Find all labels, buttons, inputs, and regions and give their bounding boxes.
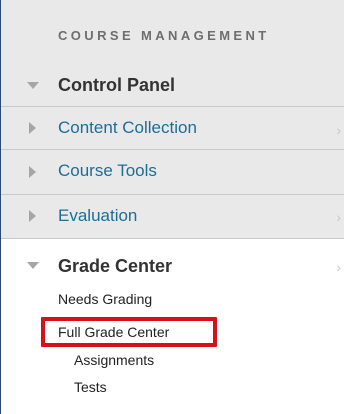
sidebar-item-content-collection[interactable]: Content Collection › <box>1 106 344 150</box>
grade-center-label[interactable]: Grade Center <box>58 256 172 277</box>
control-panel-row[interactable]: Control Panel <box>1 64 344 106</box>
sidebar-item-label: Content Collection <box>58 118 197 137</box>
triangle-down-icon[interactable] <box>27 262 39 269</box>
full-grade-center-highlight <box>41 317 217 347</box>
grade-center-section: Grade Center › Needs Grading Full Grade … <box>1 239 344 414</box>
course-management-header: COURSE MANAGEMENT <box>1 0 344 64</box>
needs-grading-link[interactable]: Needs Grading <box>58 291 152 307</box>
triangle-right-icon <box>29 122 36 134</box>
chevron-right-icon: › <box>336 259 341 275</box>
tests-link[interactable]: Tests <box>74 379 107 395</box>
chevron-right-icon: › <box>336 122 341 138</box>
assignments-link[interactable]: Assignments <box>74 352 154 368</box>
chevron-right-icon: › <box>336 209 341 225</box>
sidebar-item-label: Course Tools <box>58 161 157 180</box>
triangle-right-icon <box>29 166 36 178</box>
triangle-right-icon <box>29 210 36 222</box>
sidebar-item-evaluation[interactable]: Evaluation › <box>1 195 344 239</box>
triangle-down-icon <box>27 82 39 89</box>
course-management-title: COURSE MANAGEMENT <box>58 28 270 43</box>
course-management-panel: COURSE MANAGEMENT Control Panel Content … <box>0 0 344 414</box>
sidebar-item-label: Evaluation <box>58 206 138 225</box>
sidebar-item-course-tools[interactable]: Course Tools <box>1 150 344 195</box>
control-panel-label: Control Panel <box>58 75 176 95</box>
